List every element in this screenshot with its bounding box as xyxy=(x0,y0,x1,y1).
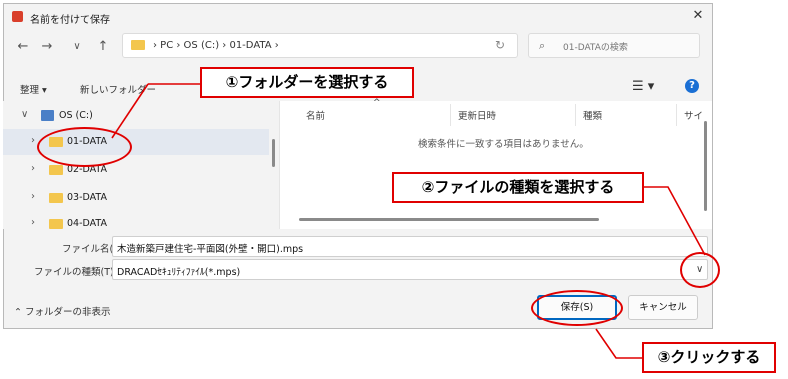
column-header-type[interactable]: 種類 xyxy=(583,108,602,122)
forward-button[interactable]: → xyxy=(38,38,56,56)
filetype-select[interactable]: DRACADｾｷｭﾘﾃｨﾌｧｲﾙ(*.mps) ∨ xyxy=(112,259,708,280)
new-folder-button[interactable]: 新しいフォルダー xyxy=(80,82,156,96)
tree-item-04-data[interactable]: › 04-DATA xyxy=(3,211,269,229)
folder-icon xyxy=(49,219,63,229)
refresh-icon[interactable]: ↻ xyxy=(495,38,505,52)
callout-step3: ③クリックする xyxy=(642,342,776,373)
hide-folders-toggle[interactable]: ⌃ フォルダーの非表示 xyxy=(14,304,110,318)
highlight-ring xyxy=(680,252,720,288)
column-divider[interactable] xyxy=(575,104,576,126)
close-icon[interactable]: ✕ xyxy=(690,8,706,24)
organize-menu[interactable]: 整理 ▾ xyxy=(20,82,47,96)
chevron-down-icon[interactable]: ∨ xyxy=(21,109,28,120)
highlight-ring xyxy=(37,127,132,167)
empty-message: 検索条件に一致する項目はありません。 xyxy=(418,139,589,150)
chevron-right-icon[interactable]: › xyxy=(31,217,35,228)
title-bar: 名前を付けて保存 ✕ xyxy=(4,4,712,30)
column-header-name[interactable]: 名前 xyxy=(306,108,325,122)
callout-step1: ①フォルダーを選択する xyxy=(200,67,414,98)
tree-item-02-data[interactable]: › 02-DATA xyxy=(3,157,269,183)
folder-icon xyxy=(49,193,63,203)
column-header-date[interactable]: 更新日時 xyxy=(458,108,496,122)
horizontal-scrollbar[interactable] xyxy=(299,218,599,221)
recent-locations-button[interactable]: ∨ xyxy=(68,38,86,56)
sort-ascending-icon: ^ xyxy=(373,98,381,108)
tree-item-label: 04-DATA xyxy=(67,218,107,229)
vertical-scrollbar[interactable] xyxy=(704,121,707,211)
breadcrumb[interactable]: › PC › OS (C:) › 01-DATA › xyxy=(153,40,279,51)
highlight-ring xyxy=(531,290,623,326)
tree-item-label: OS (C:) xyxy=(59,110,93,121)
search-box[interactable]: ⌕ 01-DATAの検索 xyxy=(528,33,700,58)
callout-step2: ②ファイルの種類を選択する xyxy=(392,172,644,203)
filename-field[interactable]: 木造新築戸建住宅-平面図(外壁・開口).mps xyxy=(112,236,708,257)
connector-line xyxy=(595,328,644,359)
up-button[interactable]: ↑ xyxy=(94,38,112,56)
sidebar-scrollbar[interactable] xyxy=(272,139,275,167)
search-input[interactable]: 01-DATAの検索 xyxy=(563,40,628,53)
column-divider[interactable] xyxy=(676,104,677,126)
chevron-right-icon[interactable]: › xyxy=(31,191,35,202)
back-button[interactable]: ← xyxy=(14,38,32,56)
drive-icon xyxy=(41,110,54,121)
column-header-size[interactable]: サイ xyxy=(684,108,703,122)
view-menu-icon[interactable]: ☰ ▾ xyxy=(632,79,654,94)
address-bar[interactable]: › PC › OS (C:) › 01-DATA › ↻ xyxy=(122,33,518,58)
folder-icon xyxy=(131,40,145,50)
help-icon[interactable]: ? xyxy=(685,79,699,93)
filetype-label: ファイルの種類(T): xyxy=(34,267,117,278)
navigation-pane: ∨ OS (C:) › 01-DATA › 02-DATA › 03-DATA … xyxy=(3,101,275,229)
file-list: 名前 ^ 更新日時 種類 サイ 検索条件に一致する項目はありません。 xyxy=(279,98,712,229)
tree-item-os-c[interactable]: ∨ OS (C:) xyxy=(3,103,269,129)
cancel-button[interactable]: キャンセル xyxy=(628,295,698,320)
column-divider[interactable] xyxy=(450,104,451,126)
folder-icon xyxy=(49,165,63,175)
filename-value: 木造新築戸建住宅-平面図(外壁・開口).mps xyxy=(117,244,304,255)
chevron-right-icon[interactable]: › xyxy=(31,135,35,146)
app-logo-icon xyxy=(12,11,23,22)
dialog-title: 名前を付けて保存 xyxy=(30,15,110,26)
search-icon: ⌕ xyxy=(539,39,546,52)
filetype-value: DRACADｾｷｭﾘﾃｨﾌｧｲﾙ(*.mps) xyxy=(117,267,241,278)
tree-item-03-data[interactable]: › 03-DATA xyxy=(3,185,269,211)
chevron-right-icon[interactable]: › xyxy=(31,163,35,174)
tree-item-label: 03-DATA xyxy=(67,192,107,203)
